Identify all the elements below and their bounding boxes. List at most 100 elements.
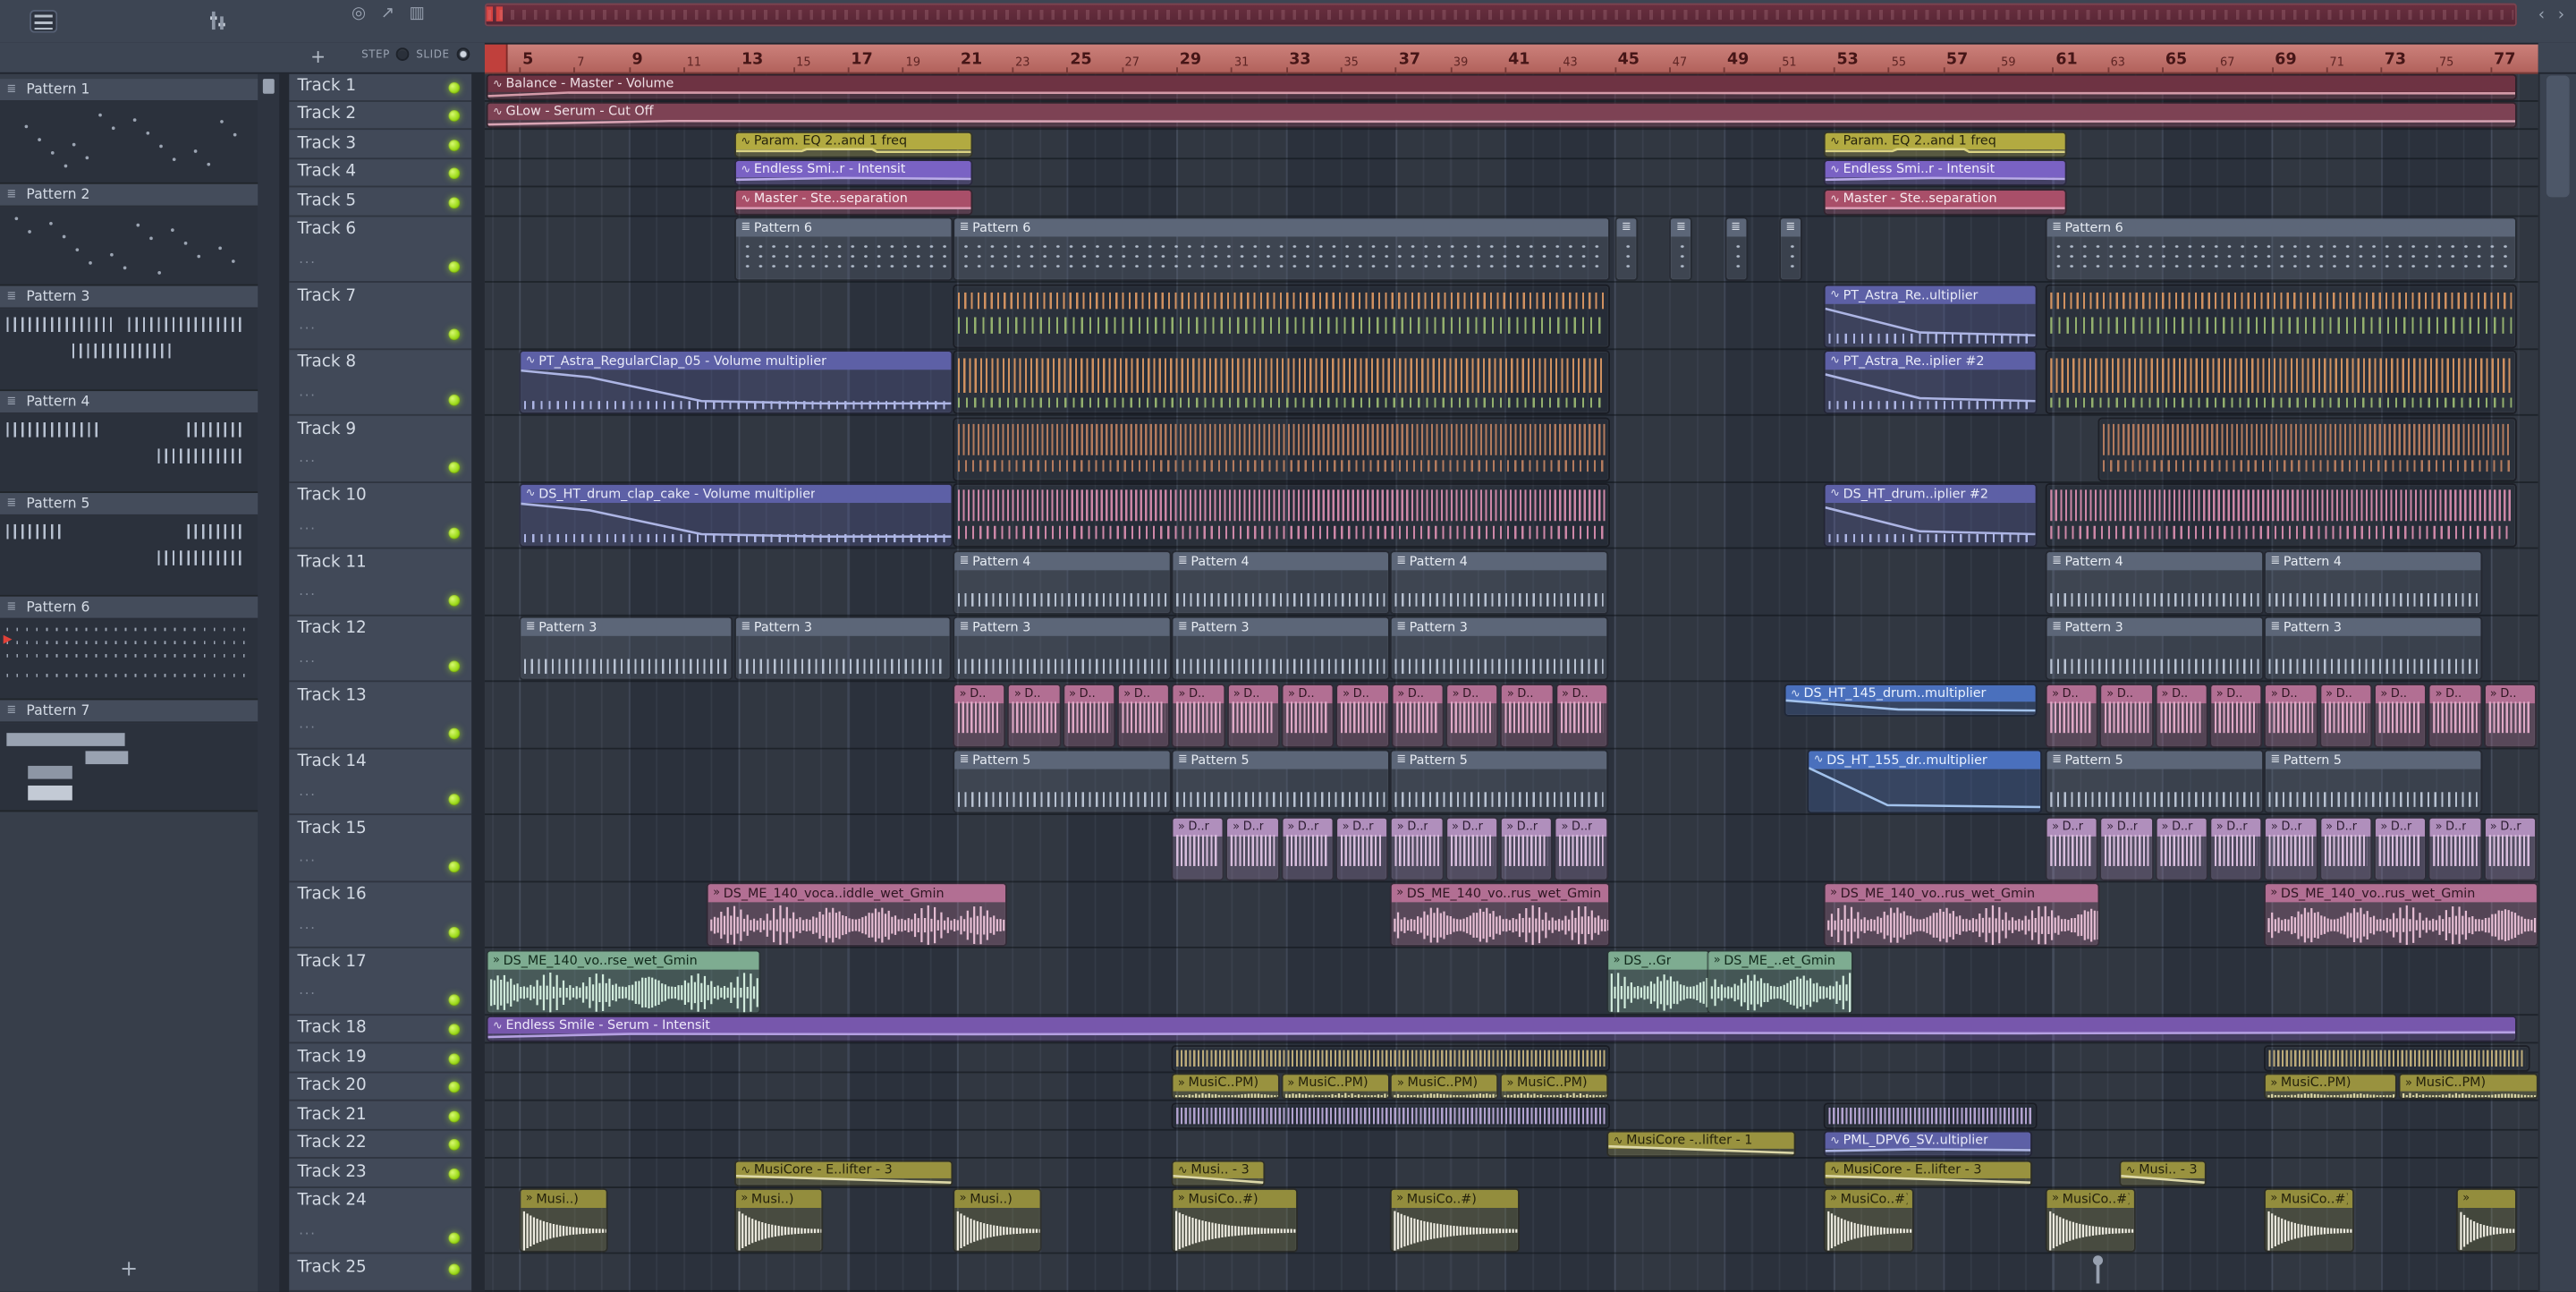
track-activity-led[interactable] xyxy=(448,1167,461,1179)
clip-musico[interactable]: » MusiCo..#) xyxy=(1171,1188,1299,1254)
view-icon[interactable]: ▥ xyxy=(410,5,425,23)
track-header-track-7[interactable]: Track 7... xyxy=(289,283,472,350)
clip-musicore-e-lifter-3[interactable]: ∿ MusiCore - E..lifter - 3 xyxy=(734,1160,953,1186)
clip-d[interactable]: » D.. xyxy=(2099,683,2154,748)
clip-music-pm[interactable]: » MusiC..PM) xyxy=(1171,1073,1280,1101)
clip-d-r[interactable]: » D..r xyxy=(2483,816,2537,881)
clip-pattern-5[interactable]: ≣ Pattern 5 xyxy=(2045,750,2265,814)
pattern-preview[interactable] xyxy=(0,723,258,812)
nav-right-icon[interactable]: › xyxy=(2558,6,2564,24)
track-activity-led[interactable] xyxy=(448,327,461,340)
clip-musico[interactable]: » MusiCo..#) xyxy=(1823,1188,1914,1254)
pattern-item-1[interactable]: ≣ Pattern 1 xyxy=(0,79,258,184)
clip-pattern-6[interactable]: ≣ Pattern 6 xyxy=(953,217,1610,282)
clip-d[interactable]: » D.. xyxy=(1116,683,1171,748)
playlist-lane-track-17[interactable]: » DS_ME_140_vo..rse_wet_Gmin» DS_..Gr» DS_M… xyxy=(484,948,2538,1016)
track-activity-led[interactable] xyxy=(448,1138,461,1151)
track-activity-led[interactable] xyxy=(448,1262,461,1275)
clip-ds-ht-145-drum-multiplier[interactable]: ∿ DS_HT_145_drum..multiplier xyxy=(1784,683,2038,717)
clip-pattern-3[interactable]: ≣ Pattern 3 xyxy=(519,616,733,681)
clip-d-r[interactable]: » D..r xyxy=(2428,816,2482,881)
playlist-lane-track-5[interactable]: ∿ Master - Ste..separation ∿ Master - Ste..… xyxy=(484,187,2538,217)
clip-musi[interactable]: » Musi..) xyxy=(519,1188,608,1254)
clip-stub-marker[interactable] xyxy=(2092,1255,2104,1284)
playlist-lane-track-3[interactable]: ∿ Param. EQ 2..and 1 freq ∿ Param. EQ 2..an… xyxy=(484,130,2538,159)
playlist-clip[interactable] xyxy=(1823,1101,2038,1129)
clip-d-r[interactable]: » D..r xyxy=(1335,816,1389,881)
track-header-track-15[interactable]: Track 15... xyxy=(289,815,472,882)
playlist-lane-track-1[interactable]: ∿ Balance - Master - Volume xyxy=(484,72,2538,101)
mixer-icon[interactable] xyxy=(207,11,229,31)
playlist-lane-track-13[interactable]: » D..» D..» D..» D..» D..» D..» D..» D..» D..» D..… xyxy=(484,682,2538,749)
slide-tool-icon[interactable]: ↗ xyxy=(381,5,394,23)
playlist-clip[interactable]: ≣ xyxy=(1778,217,1802,282)
track-activity-led[interactable] xyxy=(448,926,461,939)
pattern-preview[interactable] xyxy=(0,413,258,494)
pattern-header[interactable]: ≣ Pattern 3 xyxy=(0,285,258,310)
clip-d[interactable]: » D.. xyxy=(2318,683,2373,748)
clip-master-ste-separation[interactable]: ∿ Master - Ste..separation xyxy=(734,188,973,216)
pattern-item-5[interactable]: ≣ Pattern 5 xyxy=(0,493,258,597)
clip-d-r[interactable]: » D..r xyxy=(1390,816,1444,881)
pattern-item-2[interactable]: ≣ Pattern 2 xyxy=(0,183,258,286)
playlist-lane-track-24[interactable]: » Musi..)» Musi..)» Musi..)» MusiCo..#)» Musi… xyxy=(484,1187,2538,1254)
track-header-track-11[interactable]: Track 11... xyxy=(289,548,472,616)
clip-d-r[interactable]: » D..r xyxy=(2318,816,2373,881)
clip-music-pm[interactable]: » MusiC..PM) xyxy=(2264,1073,2397,1101)
playlist-lane-track-20[interactable]: » MusiC..PM)» MusiC..PM)» MusiC..PM)» MusiC.… xyxy=(484,1072,2538,1101)
pattern-item-7[interactable]: ≣ Pattern 7 xyxy=(0,700,258,812)
timeline-ruler[interactable]: 5 7 9 11 13 15 17 19 21 23 25 27 29 31 33 35 37 39 41 43 45 4… xyxy=(484,42,2538,74)
playlist-clip[interactable] xyxy=(953,483,1610,548)
clip-pattern-6[interactable]: ≣ Pattern 6 xyxy=(2045,217,2517,282)
clip-musicore-lifter-1[interactable]: ∿ MusiCore -..lifter - 1 xyxy=(1606,1131,1796,1158)
clip-pattern-3[interactable]: ≣ Pattern 3 xyxy=(1389,616,1609,681)
playlist-clip[interactable]: » xyxy=(2455,1188,2517,1254)
track-header-track-9[interactable]: Track 9... xyxy=(289,416,472,483)
clip-pattern-5[interactable]: ≣ Pattern 5 xyxy=(1171,750,1390,814)
playlist-lane-track-7[interactable]: ∿ PT_Astra_Re..ultiplier xyxy=(484,283,2538,350)
clip-musico[interactable]: » MusiCo..#) xyxy=(2264,1188,2355,1254)
clip-ds-gr[interactable]: » DS_..Gr xyxy=(1606,949,1711,1014)
playlist-lane-track-21[interactable] xyxy=(484,1101,2538,1130)
track-activity-led[interactable] xyxy=(448,660,461,673)
clip-d[interactable]: » D.. xyxy=(953,683,1006,748)
clip-d-r[interactable]: » D..r xyxy=(1225,816,1280,881)
track-header-track-23[interactable]: Track 23 xyxy=(289,1159,472,1188)
clip-d-r[interactable]: » D..r xyxy=(2374,816,2428,881)
clip-d[interactable]: » D.. xyxy=(1445,683,1499,748)
track-activity-led[interactable] xyxy=(448,593,461,606)
clip-music-pm[interactable]: » MusiC..PM) xyxy=(2398,1073,2538,1101)
track-activity-led[interactable] xyxy=(448,794,461,805)
track-header-track-14[interactable]: Track 14... xyxy=(289,749,472,816)
clip-pattern-3[interactable]: ≣ Pattern 3 xyxy=(734,616,952,681)
clip-d-r[interactable]: » D..r xyxy=(2155,816,2208,881)
clip-musi-3[interactable]: ∿ Musi.. - 3 xyxy=(1171,1160,1266,1186)
step-slide-toggle[interactable]: STEP SLIDE xyxy=(361,47,470,61)
clip-pattern-5[interactable]: ≣ Pattern 5 xyxy=(953,750,1172,814)
pattern-header[interactable]: ≣ Pattern 6 xyxy=(0,596,258,620)
track-header-track-18[interactable]: Track 18 xyxy=(289,1015,472,1044)
clip-d-r[interactable]: » D..r xyxy=(1555,816,1608,881)
clip-musi-3[interactable]: ∿ Musi.. - 3 xyxy=(2119,1160,2207,1186)
clip-pt-astra-re-ultiplier[interactable]: ∿ PT_Astra_Re..ultiplier xyxy=(1823,284,2038,348)
track-header-track-3[interactable]: Track 3 xyxy=(289,130,472,159)
playlist-clip[interactable]: ≣ xyxy=(1724,217,1748,282)
playlist-clip[interactable] xyxy=(2097,417,2517,481)
playlist-clip[interactable] xyxy=(2045,350,2517,415)
clip-balance-master-volume[interactable]: ∿ Balance - Master - Volume xyxy=(486,73,2517,100)
pattern-scrollbar-thumb[interactable] xyxy=(262,79,275,94)
pattern-preview[interactable] xyxy=(0,309,258,392)
clip-ds-me-et-gmin[interactable]: » DS_ME_..et_Gmin xyxy=(1707,949,1853,1014)
track-activity-led[interactable] xyxy=(448,993,461,1006)
clip-d[interactable]: » D.. xyxy=(2374,683,2428,748)
clip-pattern-3[interactable]: ≣ Pattern 3 xyxy=(953,616,1172,681)
track-activity-led[interactable] xyxy=(448,261,461,273)
track-header-track-20[interactable]: Track 20 xyxy=(289,1072,472,1101)
clip-d[interactable]: » D.. xyxy=(1062,683,1116,748)
clip-musicore-e-lifter-3[interactable]: ∿ MusiCore - E..lifter - 3 xyxy=(1823,1160,2033,1186)
track-header-track-24[interactable]: Track 24... xyxy=(289,1187,472,1254)
track-header-track-2[interactable]: Track 2 xyxy=(289,101,472,131)
clip-ds-me-140-vo-rus-wet-gmin[interactable]: » DS_ME_140_vo..rus_wet_Gmin xyxy=(1823,882,2100,948)
clip-param-eq-2-and-1-freq[interactable]: ∿ Param. EQ 2..and 1 freq xyxy=(734,131,973,157)
clip-d[interactable]: » D.. xyxy=(1172,683,1225,748)
